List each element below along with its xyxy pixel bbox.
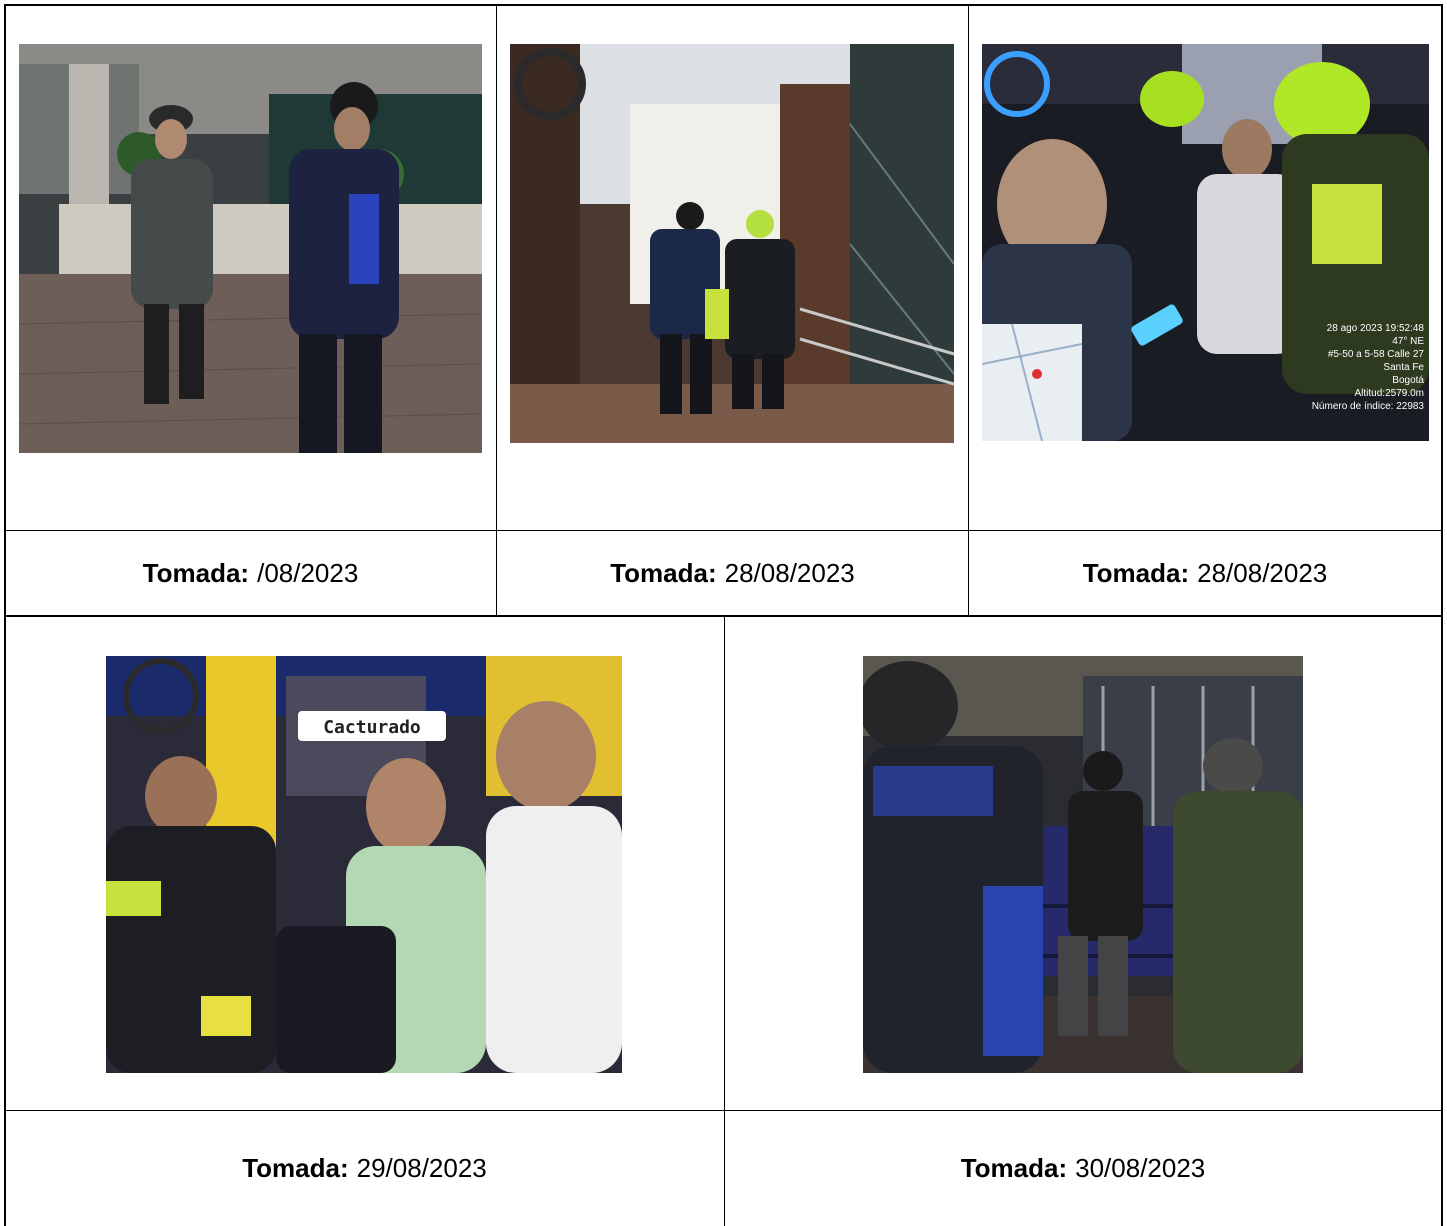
- evidence-photo-5: [863, 656, 1303, 1073]
- captured-label: Cacturado: [323, 717, 421, 738]
- photo3-overlay-line-7: Número de índice: 22983: [1312, 401, 1425, 412]
- caption-label: Tomada:: [610, 557, 717, 588]
- caption-photo-2: Tomada: 28/08/2023: [497, 531, 968, 615]
- caption-photo-3: Tomada: 28/08/2023: [969, 531, 1441, 615]
- caption-photo-5: Tomada: 30/08/2023: [725, 1111, 1441, 1226]
- photo3-overlay-line-6: Altitud:2579.0m: [1355, 388, 1425, 399]
- caption-label: Tomada:: [1082, 557, 1190, 588]
- caption-date: 28/08/2023: [724, 557, 855, 588]
- evidence-photo-3: 28 ago 2023 19:52:48 47° NE #5-50 a 5-58…: [982, 44, 1429, 441]
- photo3-overlay-line-3: #5-50 a 5-58 Calle 27: [1328, 349, 1425, 360]
- caption-photo-1: Tomada:/08/2023: [5, 531, 496, 615]
- caption-label: Tomada:: [242, 1153, 349, 1183]
- caption-photo-4: Tomada: 29/08/2023: [5, 1111, 724, 1226]
- photo3-overlay-line-2: 47° NE: [1392, 336, 1424, 347]
- photo3-overlay-line-1: 28 ago 2023 19:52:48: [1327, 323, 1425, 334]
- photo3-overlay-line-5: Bogotá: [1392, 375, 1424, 386]
- photo3-overlay-line-4: Santa Fe: [1383, 362, 1424, 373]
- evidence-photo-2: [510, 44, 954, 443]
- table-col-divider-1: [496, 4, 497, 616]
- evidence-photo-1: [19, 44, 482, 453]
- photo-report-table: 28 ago 2023 19:52:48 47° NE #5-50 a 5-58…: [0, 0, 1447, 1226]
- caption-label: Tomada:: [960, 1153, 1068, 1183]
- table-col-divider-2: [968, 4, 969, 616]
- caption-date: /08/2023: [257, 557, 359, 588]
- evidence-photo-4: Cacturado: [106, 656, 622, 1073]
- caption-date: 28/08/2023: [1197, 557, 1328, 588]
- table-border-right: [1441, 4, 1443, 1226]
- caption-date: 29/08/2023: [356, 1153, 487, 1183]
- table-border-top: [4, 4, 1443, 6]
- table-border-left: [4, 4, 6, 1226]
- caption-label: Tomada:: [142, 557, 250, 588]
- caption-date: 30/08/2023: [1075, 1153, 1206, 1183]
